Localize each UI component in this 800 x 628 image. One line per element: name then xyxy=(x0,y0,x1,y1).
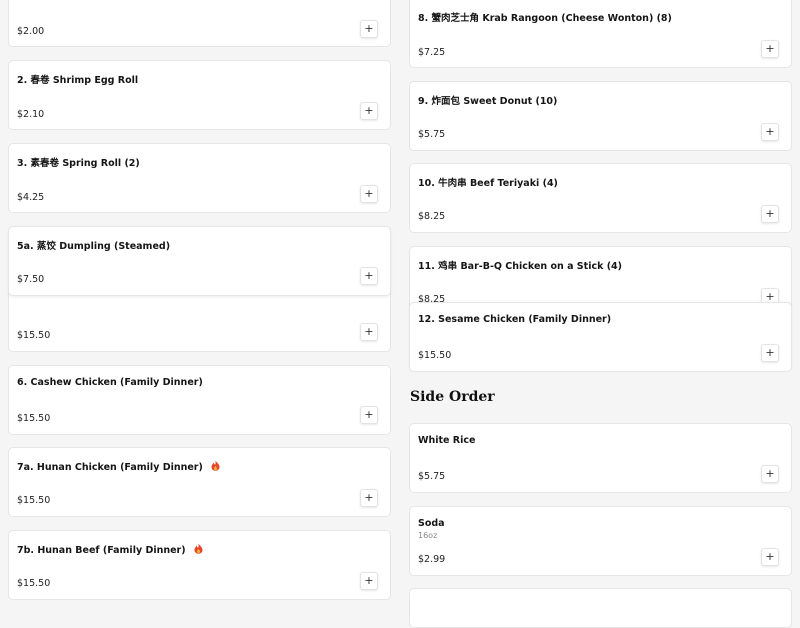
section-heading-side-order: Side Order xyxy=(410,389,495,405)
add-to-cart-button[interactable]: + xyxy=(761,465,779,483)
item-name: 7b. Hunan Beef (Family Dinner) xyxy=(17,545,186,556)
add-to-cart-button[interactable]: + xyxy=(360,102,378,120)
item-price: $15.50 xyxy=(17,330,51,341)
item-name: 10. 牛肉串 Beef Teriyaki (4) xyxy=(418,178,558,189)
spicy-fire-icon xyxy=(194,543,203,557)
add-to-cart-button[interactable]: + xyxy=(360,489,378,507)
item-price: $8.25 xyxy=(418,211,446,222)
item-price: $15.50 xyxy=(17,413,51,424)
item-name: 3. 素春卷 Spring Roll (2) xyxy=(17,158,140,169)
add-to-cart-button[interactable]: + xyxy=(761,205,779,223)
add-to-cart-button[interactable]: + xyxy=(761,344,779,362)
add-to-cart-button[interactable]: + xyxy=(360,572,378,590)
menu-item-card[interactable]: 9. 炸面包 Sweet Donut (10) $5.75 + xyxy=(409,81,792,151)
item-name: 7a. Hunan Chicken (Family Dinner) xyxy=(17,462,203,473)
item-price: $4.25 xyxy=(17,192,45,203)
menu-item-card[interactable]: 2. 春卷 Shrimp Egg Roll $2.10 + xyxy=(8,60,391,130)
menu-item-card[interactable]: White Rice $5.75 + xyxy=(409,423,792,493)
item-price: $7.25 xyxy=(418,47,446,58)
item-price: $2.99 xyxy=(418,554,446,565)
menu-item-card[interactable]: $2.00 + xyxy=(8,0,391,47)
item-name-row: 7a. Hunan Chicken (Family Dinner) xyxy=(17,460,220,474)
menu-item-card[interactable]: 6. Cashew Chicken (Family Dinner) $15.50… xyxy=(8,365,391,435)
item-name: 9. 炸面包 Sweet Donut (10) xyxy=(418,96,558,107)
item-price: $2.10 xyxy=(17,109,45,120)
add-to-cart-button[interactable]: + xyxy=(761,123,779,141)
item-name: 11. 鸡串 Bar-B-Q Chicken on a Stick (4) xyxy=(418,261,622,272)
item-name: 5a. 蒸饺 Dumpling (Steamed) xyxy=(17,241,171,252)
add-to-cart-button[interactable]: + xyxy=(360,323,378,341)
item-name: Soda xyxy=(418,518,445,529)
item-name: 12. Sesame Chicken (Family Dinner) xyxy=(418,314,612,325)
menu-item-card[interactable]: 7a. Hunan Chicken (Family Dinner) $15.50… xyxy=(8,447,391,517)
add-to-cart-button[interactable]: + xyxy=(360,20,378,38)
menu-item-card[interactable]: 8. 蟹肉芝士角 Krab Rangoon (Cheese Wonton) (8… xyxy=(409,0,792,68)
item-name: 6. Cashew Chicken (Family Dinner) xyxy=(17,377,203,388)
add-to-cart-button[interactable]: + xyxy=(360,267,378,285)
item-name-row: 7b. Hunan Beef (Family Dinner) xyxy=(17,543,203,557)
menu-item-card[interactable]: 5a. 蒸饺 Dumpling (Steamed) $7.50 + xyxy=(8,226,391,296)
item-price: $7.50 xyxy=(17,274,45,285)
item-name: White Rice xyxy=(418,435,476,446)
item-size: 16oz xyxy=(418,531,438,540)
item-price: $15.50 xyxy=(418,350,452,361)
menu-item-card[interactable]: 10. 牛肉串 Beef Teriyaki (4) $8.25 + xyxy=(409,163,792,233)
item-price: $15.50 xyxy=(17,495,51,506)
item-price: $15.50 xyxy=(17,578,51,589)
item-price: $5.75 xyxy=(418,471,446,482)
item-price: $5.75 xyxy=(418,129,446,140)
add-to-cart-button[interactable]: + xyxy=(360,406,378,424)
menu-item-card[interactable] xyxy=(409,588,792,628)
menu-item-card[interactable]: 12. Sesame Chicken (Family Dinner) $15.5… xyxy=(409,302,792,372)
menu-item-card[interactable]: Soda 16oz $2.99 + xyxy=(409,506,792,576)
spicy-fire-icon xyxy=(211,460,220,474)
add-to-cart-button[interactable]: + xyxy=(761,40,779,58)
add-to-cart-button[interactable]: + xyxy=(360,185,378,203)
add-to-cart-button[interactable]: + xyxy=(761,548,779,566)
item-name: 2. 春卷 Shrimp Egg Roll xyxy=(17,75,139,86)
menu-item-card[interactable]: 3. 素春卷 Spring Roll (2) $4.25 + xyxy=(8,143,391,213)
item-name: 8. 蟹肉芝士角 Krab Rangoon (Cheese Wonton) (8… xyxy=(418,13,672,24)
menu-item-card[interactable]: 7b. Hunan Beef (Family Dinner) $15.50 + xyxy=(8,530,391,600)
item-price: $2.00 xyxy=(17,26,45,37)
